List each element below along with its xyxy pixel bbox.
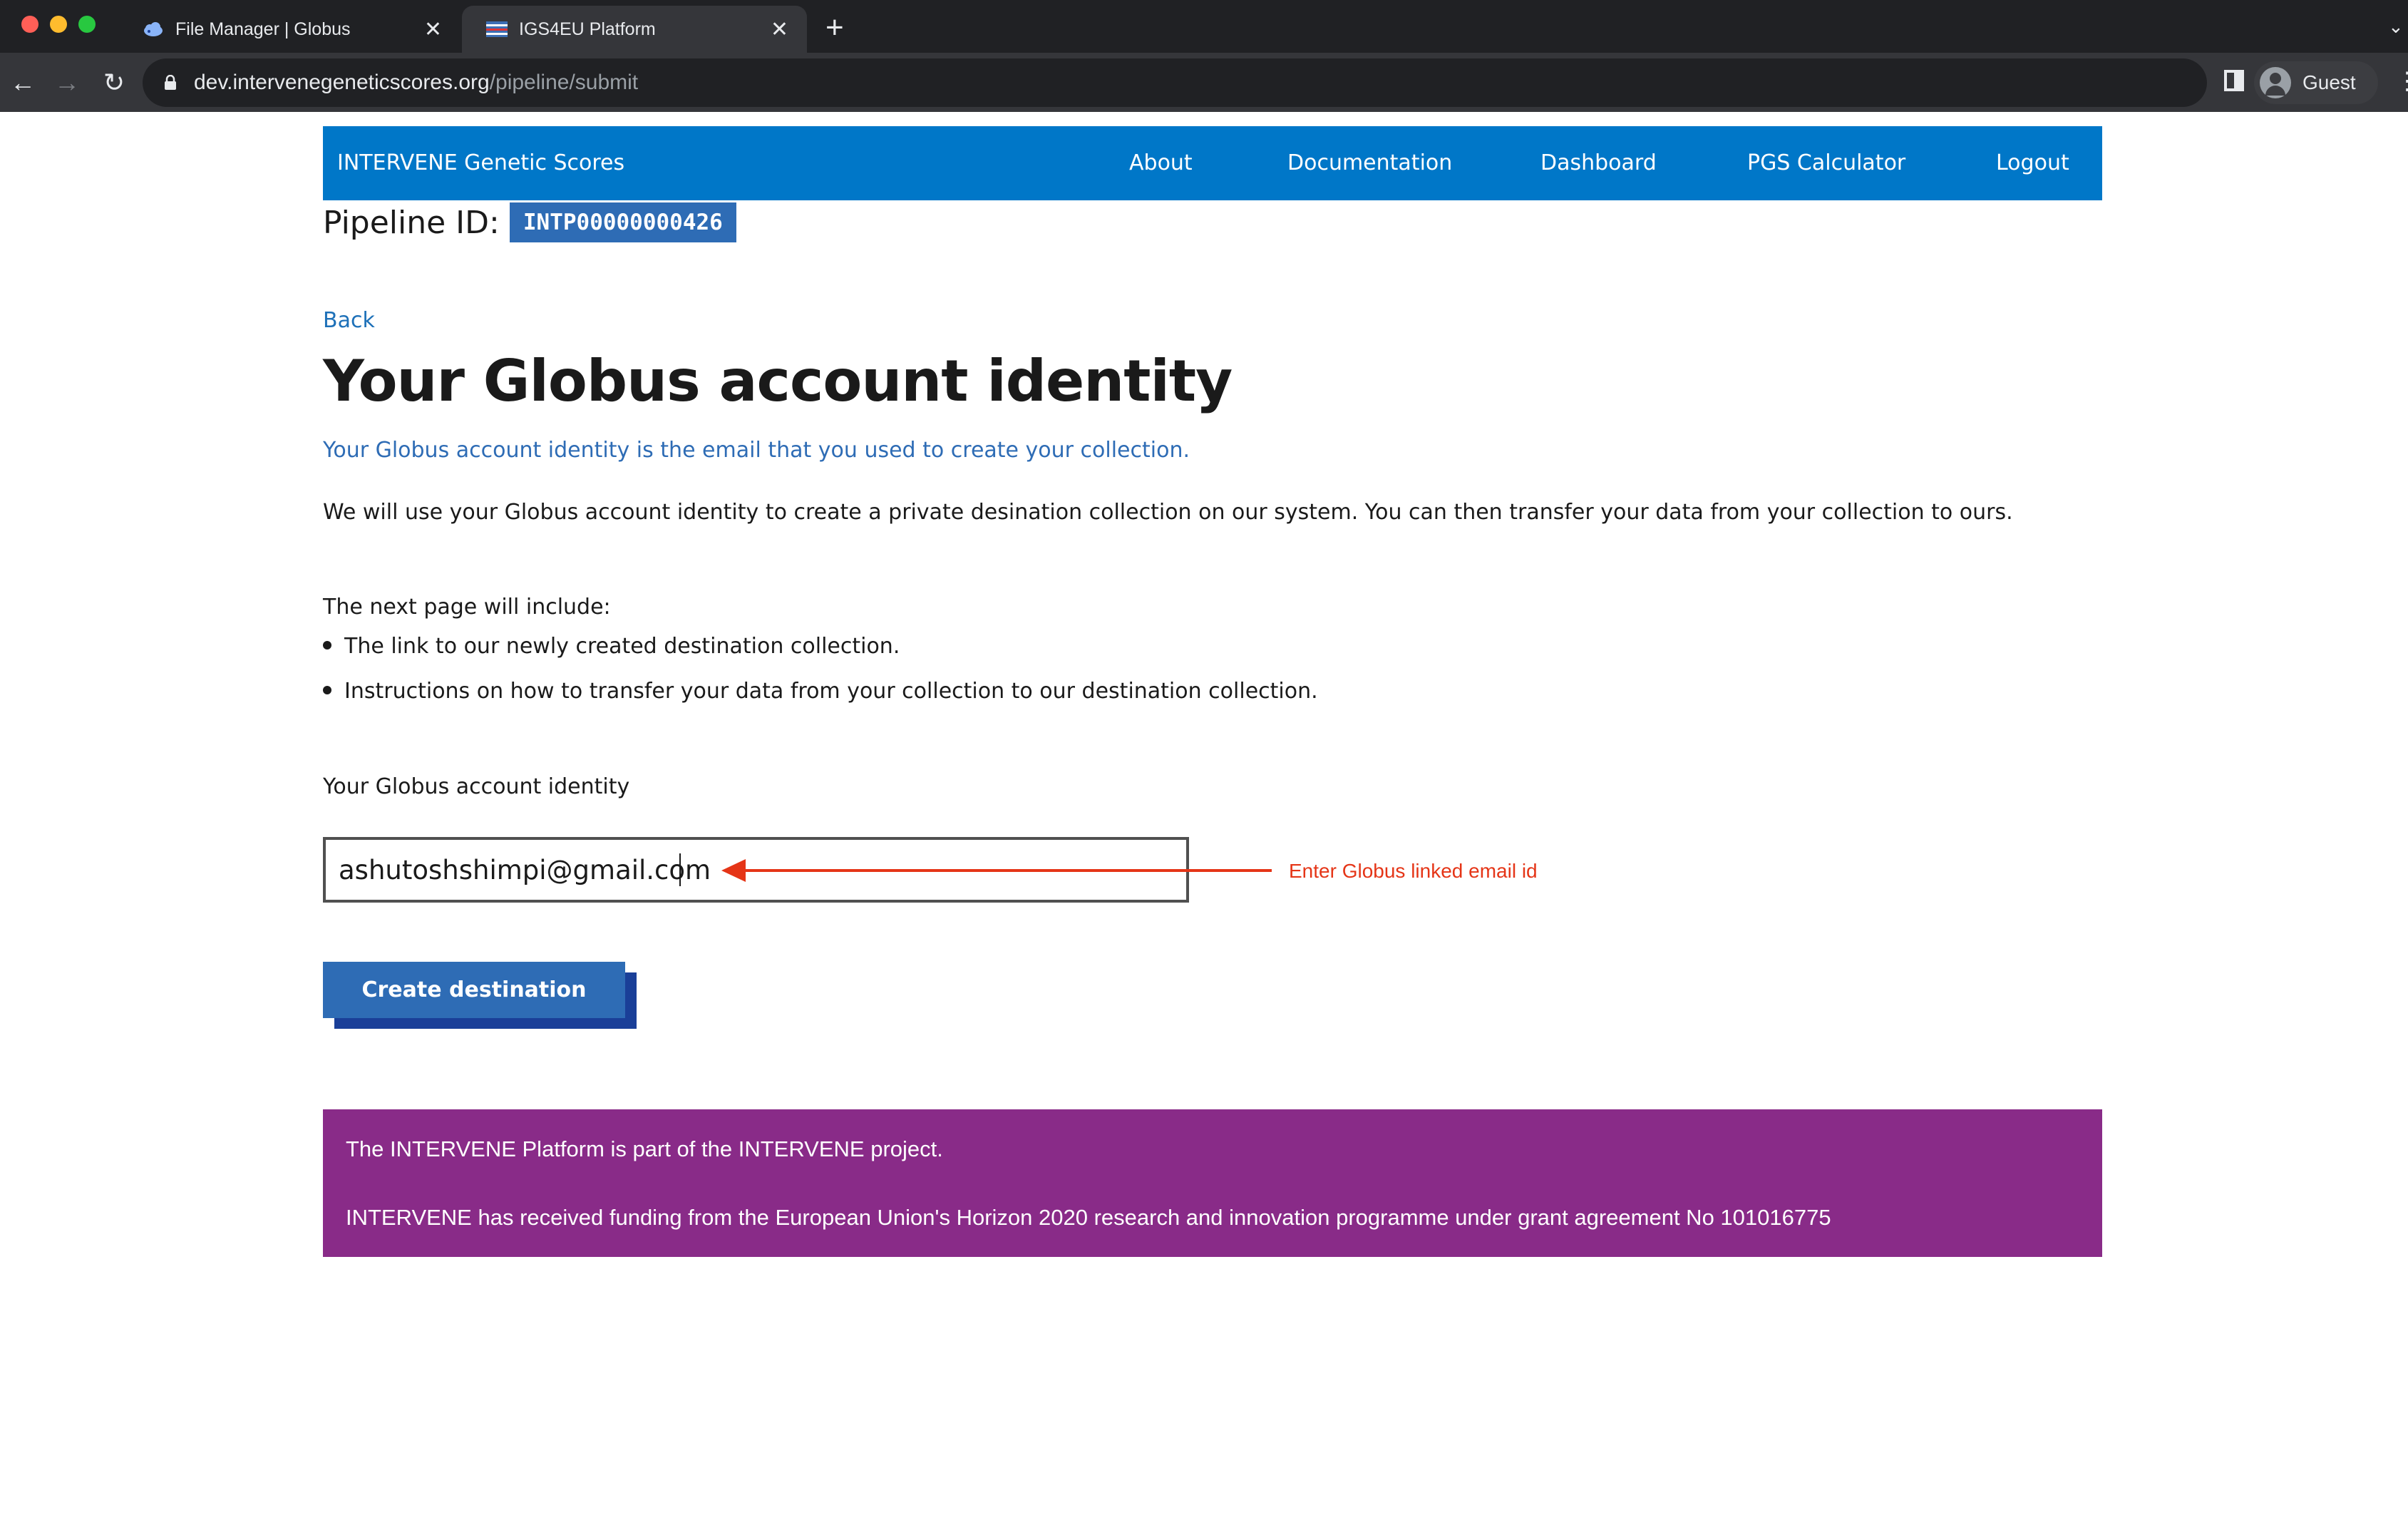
text-caret [679, 853, 681, 886]
profile-button[interactable]: Guest [2254, 61, 2378, 104]
site-footer: The INTERVENE Platform is part of the IN… [323, 1109, 2102, 1257]
lock-icon [165, 75, 176, 90]
kebab-menu-icon[interactable]: ⋮ [2395, 67, 2408, 96]
tab-label: File Manager | Globus [175, 19, 351, 39]
page-title: Your Globus account identity [323, 348, 1233, 414]
avatar-icon [2260, 67, 2291, 98]
bullet-icon [323, 640, 331, 649]
annotation-note: Enter Globus linked email id [1289, 860, 1538, 882]
back-arrow-icon[interactable]: ← [9, 68, 37, 97]
tab-strip: File Manager | Globus ✕ IGS4EU Platform … [0, 0, 2408, 53]
pipeline-id-row: Pipeline ID: INTP00000000426 [323, 202, 736, 242]
email-field-label: Your Globus account identity [323, 774, 630, 799]
tab-label: IGS4EU Platform [519, 19, 656, 39]
address-bar[interactable]: dev.intervenegeneticscores.org/pipeline/… [143, 58, 2207, 107]
site-navbar: INTERVENE Genetic Scores About Documenta… [323, 126, 2102, 200]
window-maximize-button[interactable] [78, 16, 96, 33]
nav-about[interactable]: About [1129, 150, 1193, 175]
close-tab-icon[interactable]: ✕ [424, 17, 442, 42]
pipeline-label: Pipeline ID: [323, 204, 500, 241]
nav-pgs-calculator[interactable]: PGS Calculator [1747, 150, 1905, 175]
nav-dashboard[interactable]: Dashboard [1540, 150, 1657, 175]
window-close-button[interactable] [21, 16, 38, 33]
email-field[interactable] [323, 837, 1189, 903]
forward-arrow-icon[interactable]: → [53, 68, 81, 97]
flag-icon [486, 19, 508, 40]
window-minimize-button[interactable] [50, 16, 67, 33]
tab-file-manager[interactable]: File Manager | Globus ✕ [118, 6, 460, 53]
site-brand[interactable]: INTERVENE Genetic Scores [337, 150, 624, 175]
next-page-intro: The next page will include: [323, 595, 611, 620]
new-tab-icon[interactable]: + [825, 10, 844, 46]
footer-line-2: INTERVENE has received funding from the … [346, 1205, 1831, 1230]
tab-igs4eu-platform[interactable]: IGS4EU Platform ✕ [462, 6, 807, 53]
nav-documentation[interactable]: Documentation [1287, 150, 1452, 175]
url-host: dev.intervenegeneticscores.org [194, 71, 490, 94]
back-link[interactable]: Back [323, 308, 375, 333]
nav-logout[interactable]: Logout [1996, 150, 2069, 175]
chevron-down-icon[interactable]: ⌄ [2388, 16, 2404, 38]
list-item-text: The link to our newly created destinatio… [344, 634, 900, 659]
list-item: Instructions on how to transfer your dat… [323, 679, 1318, 704]
close-tab-icon[interactable]: ✕ [771, 17, 788, 42]
page-subtitle: Your Globus account identity is the emai… [323, 438, 1190, 463]
pipeline-id-badge: INTP00000000426 [509, 202, 736, 242]
reload-icon[interactable]: ↻ [100, 68, 128, 97]
create-destination-folder-button[interactable]: Create destination folder [323, 962, 625, 1059]
list-item: The link to our newly created destinatio… [323, 634, 900, 659]
footer-line-1: The INTERVENE Platform is part of the IN… [346, 1136, 943, 1161]
list-item-text: Instructions on how to transfer your dat… [344, 679, 1318, 704]
profile-label: Guest [2302, 71, 2356, 93]
sidebar-toggle-icon[interactable] [2224, 70, 2244, 91]
description-text: We will use your Globus account identity… [323, 500, 2013, 525]
bullet-icon [323, 685, 331, 694]
browser-chrome: File Manager | Globus ✕ IGS4EU Platform … [0, 0, 2408, 112]
url-path: /pipeline/submit [489, 71, 639, 94]
globus-cloud-icon [143, 19, 164, 40]
